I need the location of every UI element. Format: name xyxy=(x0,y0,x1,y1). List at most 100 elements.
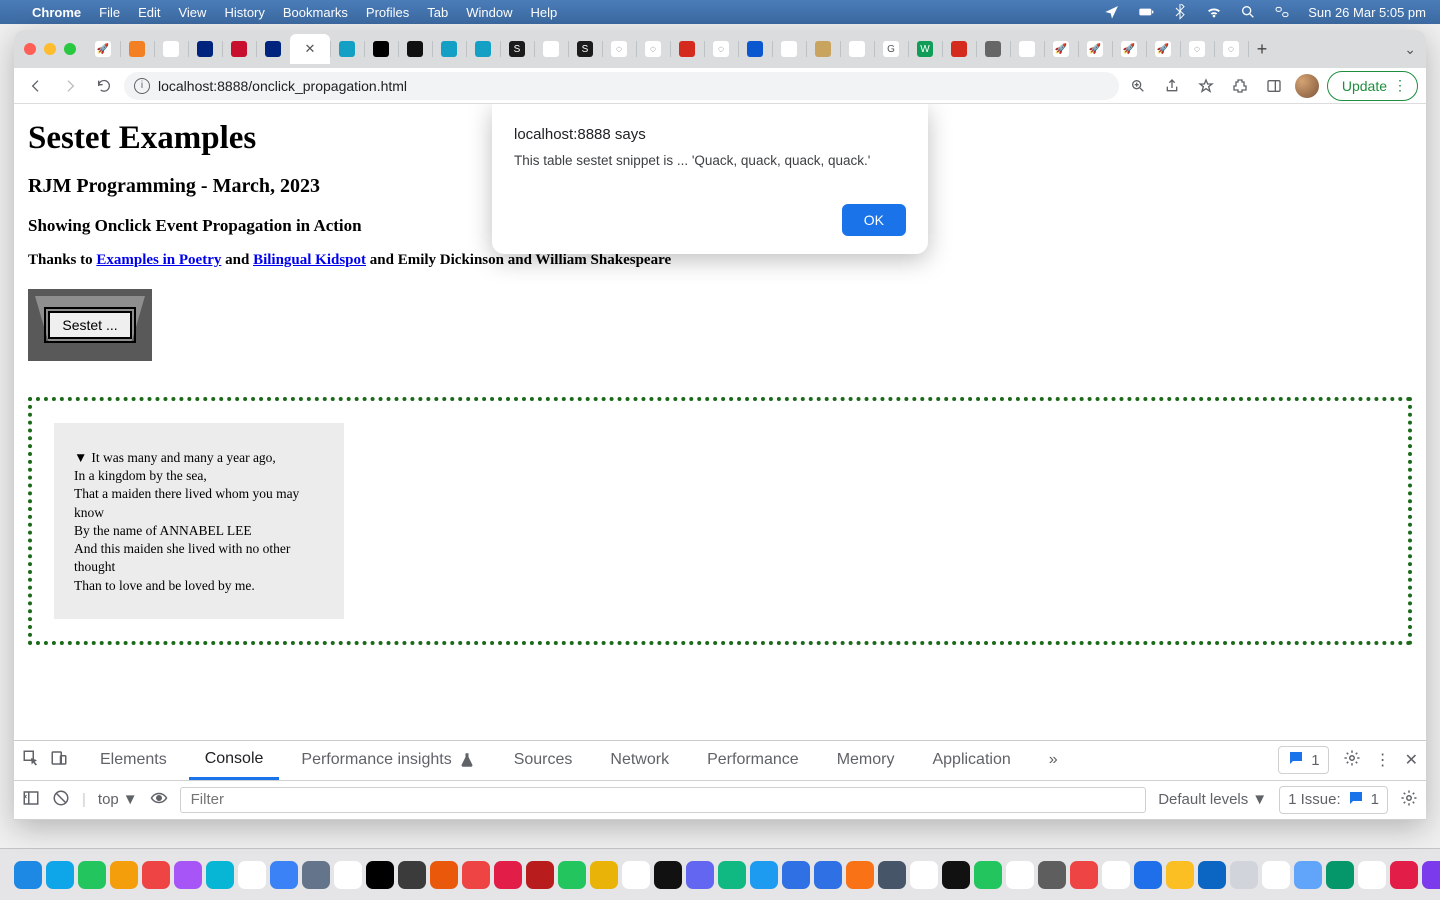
devtools-tab-network[interactable]: Network xyxy=(594,741,685,780)
dock-app[interactable] xyxy=(814,861,842,889)
dock-app[interactable] xyxy=(622,861,650,889)
dock-app[interactable] xyxy=(430,861,458,889)
devtools-tab-more[interactable]: » xyxy=(1033,741,1074,780)
inspect-element-icon[interactable] xyxy=(22,749,40,772)
browser-tab[interactable] xyxy=(398,34,432,64)
app-name[interactable]: Chrome xyxy=(32,5,81,20)
dock-app[interactable] xyxy=(1230,861,1258,889)
dock-app[interactable] xyxy=(206,861,234,889)
menu-help[interactable]: Help xyxy=(531,5,558,20)
console-message-badge[interactable]: 1 xyxy=(1278,746,1328,774)
context-selector[interactable]: top ▼ xyxy=(98,791,138,808)
window-minimize-button[interactable] xyxy=(44,43,56,55)
dock-app[interactable] xyxy=(14,861,42,889)
menu-edit[interactable]: Edit xyxy=(138,5,160,20)
browser-tab[interactable] xyxy=(120,34,154,64)
browser-tab[interactable] xyxy=(154,34,188,64)
browser-tab[interactable] xyxy=(330,34,364,64)
dock-app[interactable] xyxy=(910,861,938,889)
dock-app[interactable] xyxy=(942,861,970,889)
reload-button[interactable] xyxy=(90,72,118,100)
window-zoom-button[interactable] xyxy=(64,43,76,55)
share-icon[interactable] xyxy=(1159,73,1185,99)
dock-app[interactable] xyxy=(1422,861,1440,889)
dock-app[interactable] xyxy=(334,861,362,889)
sestet-button[interactable]: Sestet ... xyxy=(48,311,131,339)
dock-app[interactable] xyxy=(78,861,106,889)
browser-tab[interactable] xyxy=(942,34,976,64)
dock-app[interactable] xyxy=(558,861,586,889)
devtools-tab-performance-insights[interactable]: Performance insights xyxy=(285,741,491,780)
dock-app[interactable] xyxy=(974,861,1002,889)
browser-tab[interactable] xyxy=(738,34,772,64)
spotlight-icon[interactable] xyxy=(1240,4,1256,20)
location-icon[interactable] xyxy=(1104,4,1120,20)
browser-tab[interactable]: S xyxy=(500,34,534,64)
disclosure-icon[interactable]: ▼ xyxy=(74,450,87,465)
log-levels-selector[interactable]: Default levels ▼ xyxy=(1158,791,1267,808)
bluetooth-icon[interactable] xyxy=(1172,4,1188,20)
browser-tab[interactable]: 🚀 xyxy=(86,34,120,64)
dock-app[interactable] xyxy=(1070,861,1098,889)
site-info-icon[interactable]: i xyxy=(134,78,150,94)
console-filter-input[interactable] xyxy=(180,787,1147,813)
devtools-tab-elements[interactable]: Elements xyxy=(84,741,183,780)
browser-tab[interactable]: ◌ xyxy=(704,34,738,64)
poem-card[interactable]: ▼It was many and many a year ago, In a k… xyxy=(54,423,344,619)
browser-tab[interactable] xyxy=(364,34,398,64)
dock-app[interactable] xyxy=(1294,861,1322,889)
sidepanel-icon[interactable] xyxy=(1261,73,1287,99)
devtools-tab-memory[interactable]: Memory xyxy=(821,741,911,780)
live-expression-icon[interactable] xyxy=(150,789,168,811)
devtools-tab-performance[interactable]: Performance xyxy=(691,741,815,780)
dock-app[interactable] xyxy=(1326,861,1354,889)
dock-app[interactable] xyxy=(750,861,778,889)
dock-app[interactable] xyxy=(878,861,906,889)
dock-app[interactable] xyxy=(846,861,874,889)
chrome-update-button[interactable]: Update ⋮ xyxy=(1327,71,1418,101)
browser-tab[interactable]: G xyxy=(874,34,908,64)
new-tab-button[interactable]: + xyxy=(1248,39,1276,60)
browser-tab[interactable]: ◌ xyxy=(602,34,636,64)
browser-tab[interactable] xyxy=(432,34,466,64)
dock-app[interactable] xyxy=(494,861,522,889)
menu-tab[interactable]: Tab xyxy=(427,5,448,20)
dock-app[interactable] xyxy=(782,861,810,889)
clock[interactable]: Sun 26 Mar 5:05 pm xyxy=(1308,5,1426,20)
dock-app[interactable] xyxy=(110,861,138,889)
menu-window[interactable]: Window xyxy=(466,5,512,20)
browser-tab[interactable]: ◌ xyxy=(1214,34,1248,64)
browser-tab[interactable]: 🚀 xyxy=(1146,34,1180,64)
menu-bookmarks[interactable]: Bookmarks xyxy=(283,5,348,20)
battery-icon[interactable] xyxy=(1138,4,1154,20)
browser-tab[interactable] xyxy=(840,34,874,64)
dock-app[interactable] xyxy=(1102,861,1130,889)
dock-app[interactable] xyxy=(526,861,554,889)
device-toolbar-icon[interactable] xyxy=(50,749,68,772)
dock-app[interactable] xyxy=(654,861,682,889)
dock-app[interactable] xyxy=(1134,861,1162,889)
dock-app[interactable] xyxy=(398,861,426,889)
dock-app[interactable] xyxy=(1262,861,1290,889)
clear-console-icon[interactable] xyxy=(52,789,70,811)
browser-tab[interactable] xyxy=(188,34,222,64)
devtools-tab-application[interactable]: Application xyxy=(916,741,1026,780)
dock-app[interactable] xyxy=(718,861,746,889)
browser-tab[interactable]: 🚀 xyxy=(1044,34,1078,64)
menu-profiles[interactable]: Profiles xyxy=(366,5,409,20)
dock-app[interactable] xyxy=(1358,861,1386,889)
browser-tab-active[interactable]: ✕ xyxy=(290,34,330,64)
issues-badge[interactable]: 1 Issue: 1 xyxy=(1279,786,1388,814)
browser-tab[interactable] xyxy=(534,34,568,64)
forward-button[interactable] xyxy=(56,72,84,100)
browser-tab[interactable] xyxy=(976,34,1010,64)
wifi-icon[interactable] xyxy=(1206,4,1222,20)
dock-app[interactable] xyxy=(1198,861,1226,889)
browser-tab[interactable]: 🚀 xyxy=(1078,34,1112,64)
devtools-close-icon[interactable]: ✕ xyxy=(1405,750,1418,770)
dock-app[interactable] xyxy=(462,861,490,889)
dock-app[interactable] xyxy=(1038,861,1066,889)
dock-app[interactable] xyxy=(142,861,170,889)
browser-tab[interactable]: W xyxy=(908,34,942,64)
back-button[interactable] xyxy=(22,72,50,100)
